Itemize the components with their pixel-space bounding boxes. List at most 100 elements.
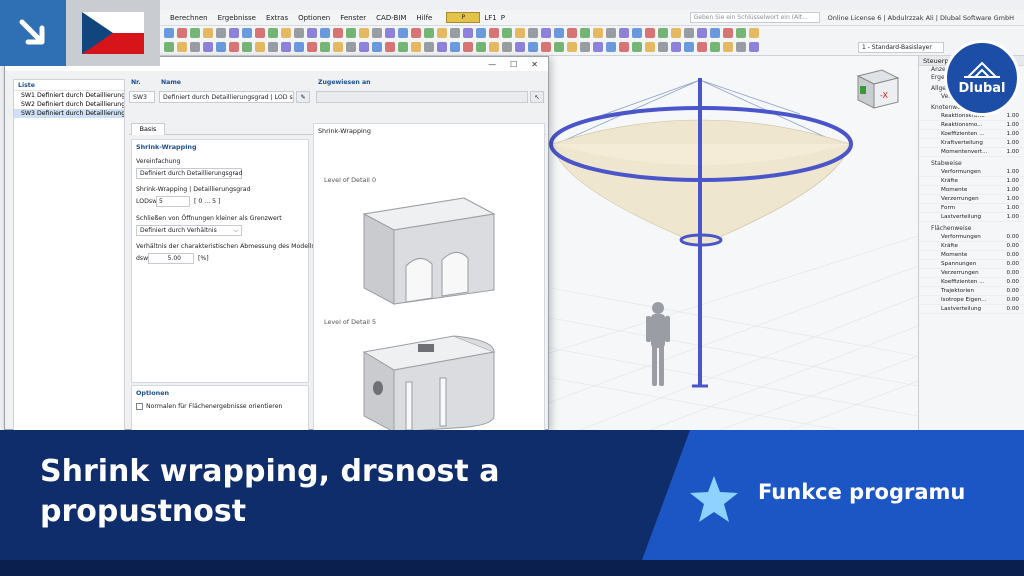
toolbar-icon[interactable] [164,28,174,38]
toolbar-icon[interactable] [463,42,473,52]
surfaces-section[interactable]: Flächenweise [919,225,1024,233]
toolbar-icon[interactable] [307,42,317,52]
menu-item[interactable]: Extras [266,14,288,22]
toolbar-icon[interactable] [372,28,382,38]
edit-name-icon[interactable]: ✎ [296,91,310,103]
toolbar-icon[interactable] [502,28,512,38]
close-openings-select[interactable]: Definiert durch Verhältnis ⌵ [136,225,242,236]
toolbar-icon[interactable] [411,42,421,52]
panel-row[interactable]: Lastverteilung 1.00 [919,213,1024,222]
toolbar-icon[interactable] [684,28,694,38]
toolbar-icon[interactable] [593,28,603,38]
toolbar-icon[interactable] [294,28,304,38]
toolbar-icon[interactable] [294,42,304,52]
toolbar-icon[interactable] [463,28,473,38]
toolbar-icon[interactable] [671,28,681,38]
toolbar-icon[interactable] [684,42,694,52]
toolbar-icon[interactable] [554,28,564,38]
toolbar-icon[interactable] [749,42,759,52]
toolbar-icon[interactable] [658,28,668,38]
dsw-stepper[interactable]: 5.00 [148,253,194,264]
panel-row[interactable]: Verzerrungen 1.00 [919,195,1024,204]
toolbar-icon[interactable] [697,28,707,38]
toolbar-icon[interactable] [567,28,577,38]
panel-row[interactable]: Form 1.00 [919,204,1024,213]
toolbar-icon[interactable] [736,42,746,52]
toolbar-icon[interactable] [515,42,525,52]
panel-row[interactable]: Kräfte 1.00 [919,177,1024,186]
toolbar-icon[interactable] [489,28,499,38]
menu-item[interactable]: Optionen [298,14,330,22]
panel-row[interactable]: Koeffizienten ... 1.00 [919,130,1024,139]
normals-checkbox[interactable] [136,403,143,410]
toolbar-icon[interactable] [476,42,486,52]
toolbar-icon[interactable] [437,28,447,38]
toolbar-icon[interactable] [229,28,239,38]
toolbar-icon[interactable] [385,42,395,52]
toolbar-icon[interactable] [164,42,174,52]
panel-row[interactable]: Spannungen 0.00 [919,260,1024,269]
panel-row[interactable]: Lastverteilung 0.00 [919,305,1024,314]
toolbar-icon[interactable] [307,28,317,38]
toolbar-icon[interactable] [528,42,538,52]
toolbar-icon[interactable] [255,42,265,52]
tab-basis[interactable]: Basis [131,123,165,135]
menu-item[interactable]: Ergebnisse [218,14,256,22]
toolbar-icon[interactable] [554,42,564,52]
close-icon[interactable]: ✕ [531,60,538,69]
toolbar-icon[interactable] [567,42,577,52]
panel-row[interactable]: Momentenvert... 1.00 [919,148,1024,157]
minimize-icon[interactable]: — [488,60,496,69]
panel-row[interactable]: Momente 0.00 [919,251,1024,260]
toolbar-icon[interactable] [398,42,408,52]
toolbar-icon[interactable] [190,42,200,52]
toolbar-icon[interactable] [359,42,369,52]
toolbar-icon[interactable] [216,28,226,38]
toolbar-icon[interactable] [385,28,395,38]
nr-field[interactable]: SW3 [129,91,155,103]
panel-row[interactable]: Verformungen 1.00 [919,168,1024,177]
toolbar-icon[interactable] [710,28,720,38]
toolbar-icon[interactable] [697,42,707,52]
toolbar-icon[interactable] [580,42,590,52]
toolbar-icon[interactable] [619,28,629,38]
toolbar-icon[interactable] [203,42,213,52]
toolbar-icon[interactable] [450,28,460,38]
lod-stepper[interactable]: 5 [156,196,190,207]
toolbar-icon[interactable] [723,42,733,52]
toolbar-icon[interactable] [320,42,330,52]
simplification-select[interactable]: Definiert durch Detaillierungsgrad ⌵ [136,168,242,179]
toolbar-icon[interactable] [177,28,187,38]
menu-item[interactable]: Berechnen [170,14,208,22]
toolbar-icon[interactable] [268,28,278,38]
list-item[interactable]: SW2 Definiert durch Detaillierung [14,100,124,109]
menu-item[interactable]: Hilfe [416,14,432,22]
toolbar-icon[interactable] [411,28,421,38]
panel-row[interactable]: Kraftverteilung 1.00 [919,139,1024,148]
toolbar-icon[interactable] [736,28,746,38]
toolbar-icon[interactable] [255,28,265,38]
list-item[interactable]: SW3 Definiert durch Detaillierung [14,109,124,118]
panel-row[interactable]: Trajektorien 0.00 [919,287,1024,296]
toolbar-icon[interactable] [580,28,590,38]
toolbar-icon[interactable] [424,42,434,52]
toolbar-icon[interactable] [528,28,538,38]
toolbar-icon[interactable] [658,42,668,52]
toolbar-icon[interactable] [541,42,551,52]
maximize-icon[interactable]: ☐ [510,60,517,69]
panel-row[interactable]: Isotrope Eigen... 0.00 [919,296,1024,305]
panel-row[interactable]: Momente 1.00 [919,186,1024,195]
toolbar-icon[interactable] [281,28,291,38]
toolbar-icon[interactable] [606,28,616,38]
toolbar-icon[interactable] [333,28,343,38]
toolbar-icon[interactable] [398,28,408,38]
toolbar-icon[interactable] [268,42,278,52]
panel-row[interactable]: Koeffizienten ... 0.00 [919,278,1024,287]
toolbar-icon[interactable] [229,42,239,52]
assign-icon[interactable]: ↖ [530,91,544,103]
menu-item[interactable]: CAD-BIM [376,14,406,22]
layer-select[interactable]: 1 - Standard-Basislayer [858,42,944,53]
panel-row[interactable]: Verzerrungen 0.00 [919,269,1024,278]
toolbar-icon[interactable] [632,42,642,52]
toolbar-icon[interactable] [450,42,460,52]
